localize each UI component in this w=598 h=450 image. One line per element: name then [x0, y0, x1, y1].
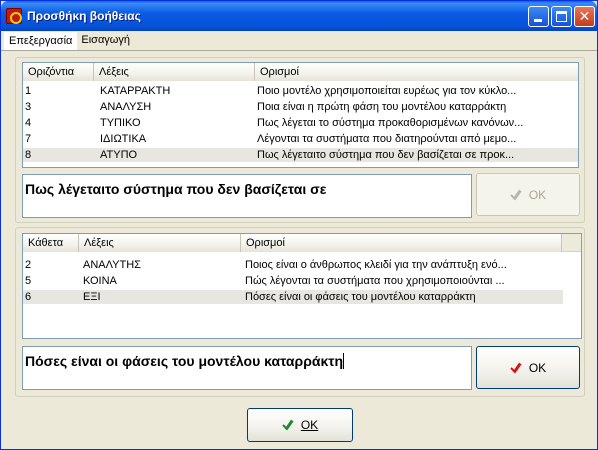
window-title: Προσθήκη βοήθειας	[27, 9, 141, 23]
app-icon[interactable]	[6, 8, 22, 24]
check-icon	[282, 419, 296, 431]
row-number: 5	[25, 275, 32, 287]
horizontal-list-header: Οριζόντια Λέξεις Ορισμοί	[23, 63, 578, 81]
dialog-window: Προσθήκη βοήθειας ✕ Επεξεργασία Εισαγωγή…	[0, 0, 598, 450]
menu-separator	[1, 50, 597, 51]
table-row[interactable]: 7 ΙΔΙΩΤΙΚΑ Λέγονται τα συστήματα που δια…	[23, 132, 578, 146]
vertical-definition-input[interactable]: Πόσες είναι οι φάσεις του μοντέλου καταρ…	[22, 346, 472, 390]
table-row[interactable]: 4 ΤΥΠΙΚΟ Πως λέγεται το σύστημα προκαθορ…	[23, 116, 578, 130]
row-number: 8	[25, 149, 32, 161]
column-header-horizontal[interactable]: Οριζόντια	[23, 63, 94, 81]
row-definition: Ποιος είναι ο άνθρωπος κλειδί για την αν…	[245, 259, 507, 271]
column-header-definitions[interactable]: Ορισμοί	[241, 234, 562, 252]
vertical-listview[interactable]: Κάθετα Λέξεις Ορισμοί 2 ΑΝΑΛΥΤΗΣ Ποιος ε…	[22, 233, 582, 339]
table-row-selected[interactable]: 8 ΑΤΥΠΟ Πως λέγεταιτο σύστημα που δεν βα…	[23, 148, 578, 162]
row-definition: Ποιο μοντέλο χρησιμοποιείται ευρέως για …	[257, 85, 517, 97]
row-number: 4	[25, 117, 32, 129]
minimize-button[interactable]	[528, 6, 549, 27]
text-caret	[343, 353, 345, 369]
row-number: 1	[25, 85, 32, 97]
row-number: 2	[25, 259, 32, 271]
row-word: ΚΑΤΑΡΡΑΚΤΗ	[100, 85, 171, 97]
maximize-button[interactable]	[551, 6, 572, 27]
row-word: ΑΝΑΛΥΣΗ	[100, 101, 152, 113]
menu-insert[interactable]: Εισαγωγή	[77, 32, 134, 50]
minimize-icon	[534, 19, 542, 22]
vertical-definition-text: Πόσες είναι οι φάσεις του μοντέλου καταρ…	[25, 353, 344, 369]
row-definition: Λέγονται τα συστήματα που διατηρούνται α…	[257, 133, 517, 145]
row-number: 3	[25, 101, 32, 113]
row-number: 7	[25, 133, 32, 145]
row-word: ΚΟΙΝΑ	[83, 275, 117, 287]
menu-bar: Επεξεργασία Εισαγωγή	[4, 32, 134, 50]
vertical-list-header: Κάθετα Λέξεις Ορισμοί	[23, 234, 581, 252]
horizontal-definition-input[interactable]: Πως λέγεταιτο σύστημα που δεν βασίζεται …	[22, 174, 472, 218]
table-row[interactable]: 1 ΚΑΤΑΡΡΑΚΤΗ Ποιο μοντέλο χρησιμοποιείτα…	[23, 84, 578, 98]
title-bar[interactable]: Προσθήκη βοήθειας ✕	[1, 1, 597, 31]
menu-edit[interactable]: Επεξεργασία	[4, 32, 78, 50]
row-definition: Ποια είναι η πρώτη φάση του μοντέλου κατ…	[257, 101, 507, 113]
vertical-ok-label: OK	[528, 360, 547, 375]
check-icon	[510, 362, 524, 374]
row-definition: Πόσες είναι οι φάσεις του μοντέλου καταρ…	[245, 291, 476, 303]
row-definition: Πως λέγεται το σύστημα προκαθορισμένων κ…	[257, 117, 524, 129]
horizontal-ok-button[interactable]: OK	[476, 173, 580, 216]
maximize-icon	[556, 11, 567, 22]
dialog-ok-label: OK	[300, 418, 319, 432]
column-header-vertical[interactable]: Κάθετα	[23, 234, 79, 252]
table-row[interactable]: 3 ΑΝΑΛΥΣΗ Ποια είναι η πρώτη φάση του μο…	[23, 100, 578, 114]
row-word: ΑΝΑΛΥΤΗΣ	[83, 259, 141, 271]
close-button[interactable]: ✕	[574, 6, 595, 27]
row-definition: Πως λέγεταιτο σύστημα που δεν βασίζεται …	[257, 149, 515, 161]
horizontal-ok-label: OK	[528, 187, 547, 202]
row-word: ΕΞΙ	[83, 291, 101, 303]
horizontal-listview[interactable]: Οριζόντια Λέξεις Ορισμοί 1 ΚΑΤΑΡΡΑΚΤΗ Πο…	[22, 62, 579, 168]
row-word: ΑΤΥΠΟ	[100, 149, 138, 161]
dialog-ok-button[interactable]: OK	[247, 408, 353, 442]
row-definition: Πώς λέγονται τα συστήματα που χρησιμοποι…	[245, 275, 505, 287]
table-row-selected[interactable]: 6 ΕΞΙ Πόσες είναι οι φάσεις του μοντέλου…	[23, 290, 563, 304]
row-word: ΙΔΙΩΤΙΚΑ	[100, 133, 147, 145]
table-row[interactable]: 2 ΑΝΑΛΥΤΗΣ Ποιος είναι ο άνθρωπος κλειδί…	[23, 258, 563, 272]
table-row[interactable]: 5 ΚΟΙΝΑ Πώς λέγονται τα συστήματα που χρ…	[23, 274, 563, 288]
row-word: ΤΥΠΙΚΟ	[100, 117, 141, 129]
column-header-words[interactable]: Λέξεις	[94, 63, 255, 81]
vertical-ok-button[interactable]: OK	[476, 346, 580, 389]
column-header-words[interactable]: Λέξεις	[79, 234, 241, 252]
check-icon	[510, 189, 524, 201]
row-number: 6	[25, 291, 32, 303]
column-header-definitions[interactable]: Ορισμοί	[255, 63, 578, 81]
horizontal-definition-text: Πως λέγεταιτο σύστημα που δεν βασίζεται …	[25, 181, 327, 197]
close-icon: ✕	[578, 8, 591, 24]
